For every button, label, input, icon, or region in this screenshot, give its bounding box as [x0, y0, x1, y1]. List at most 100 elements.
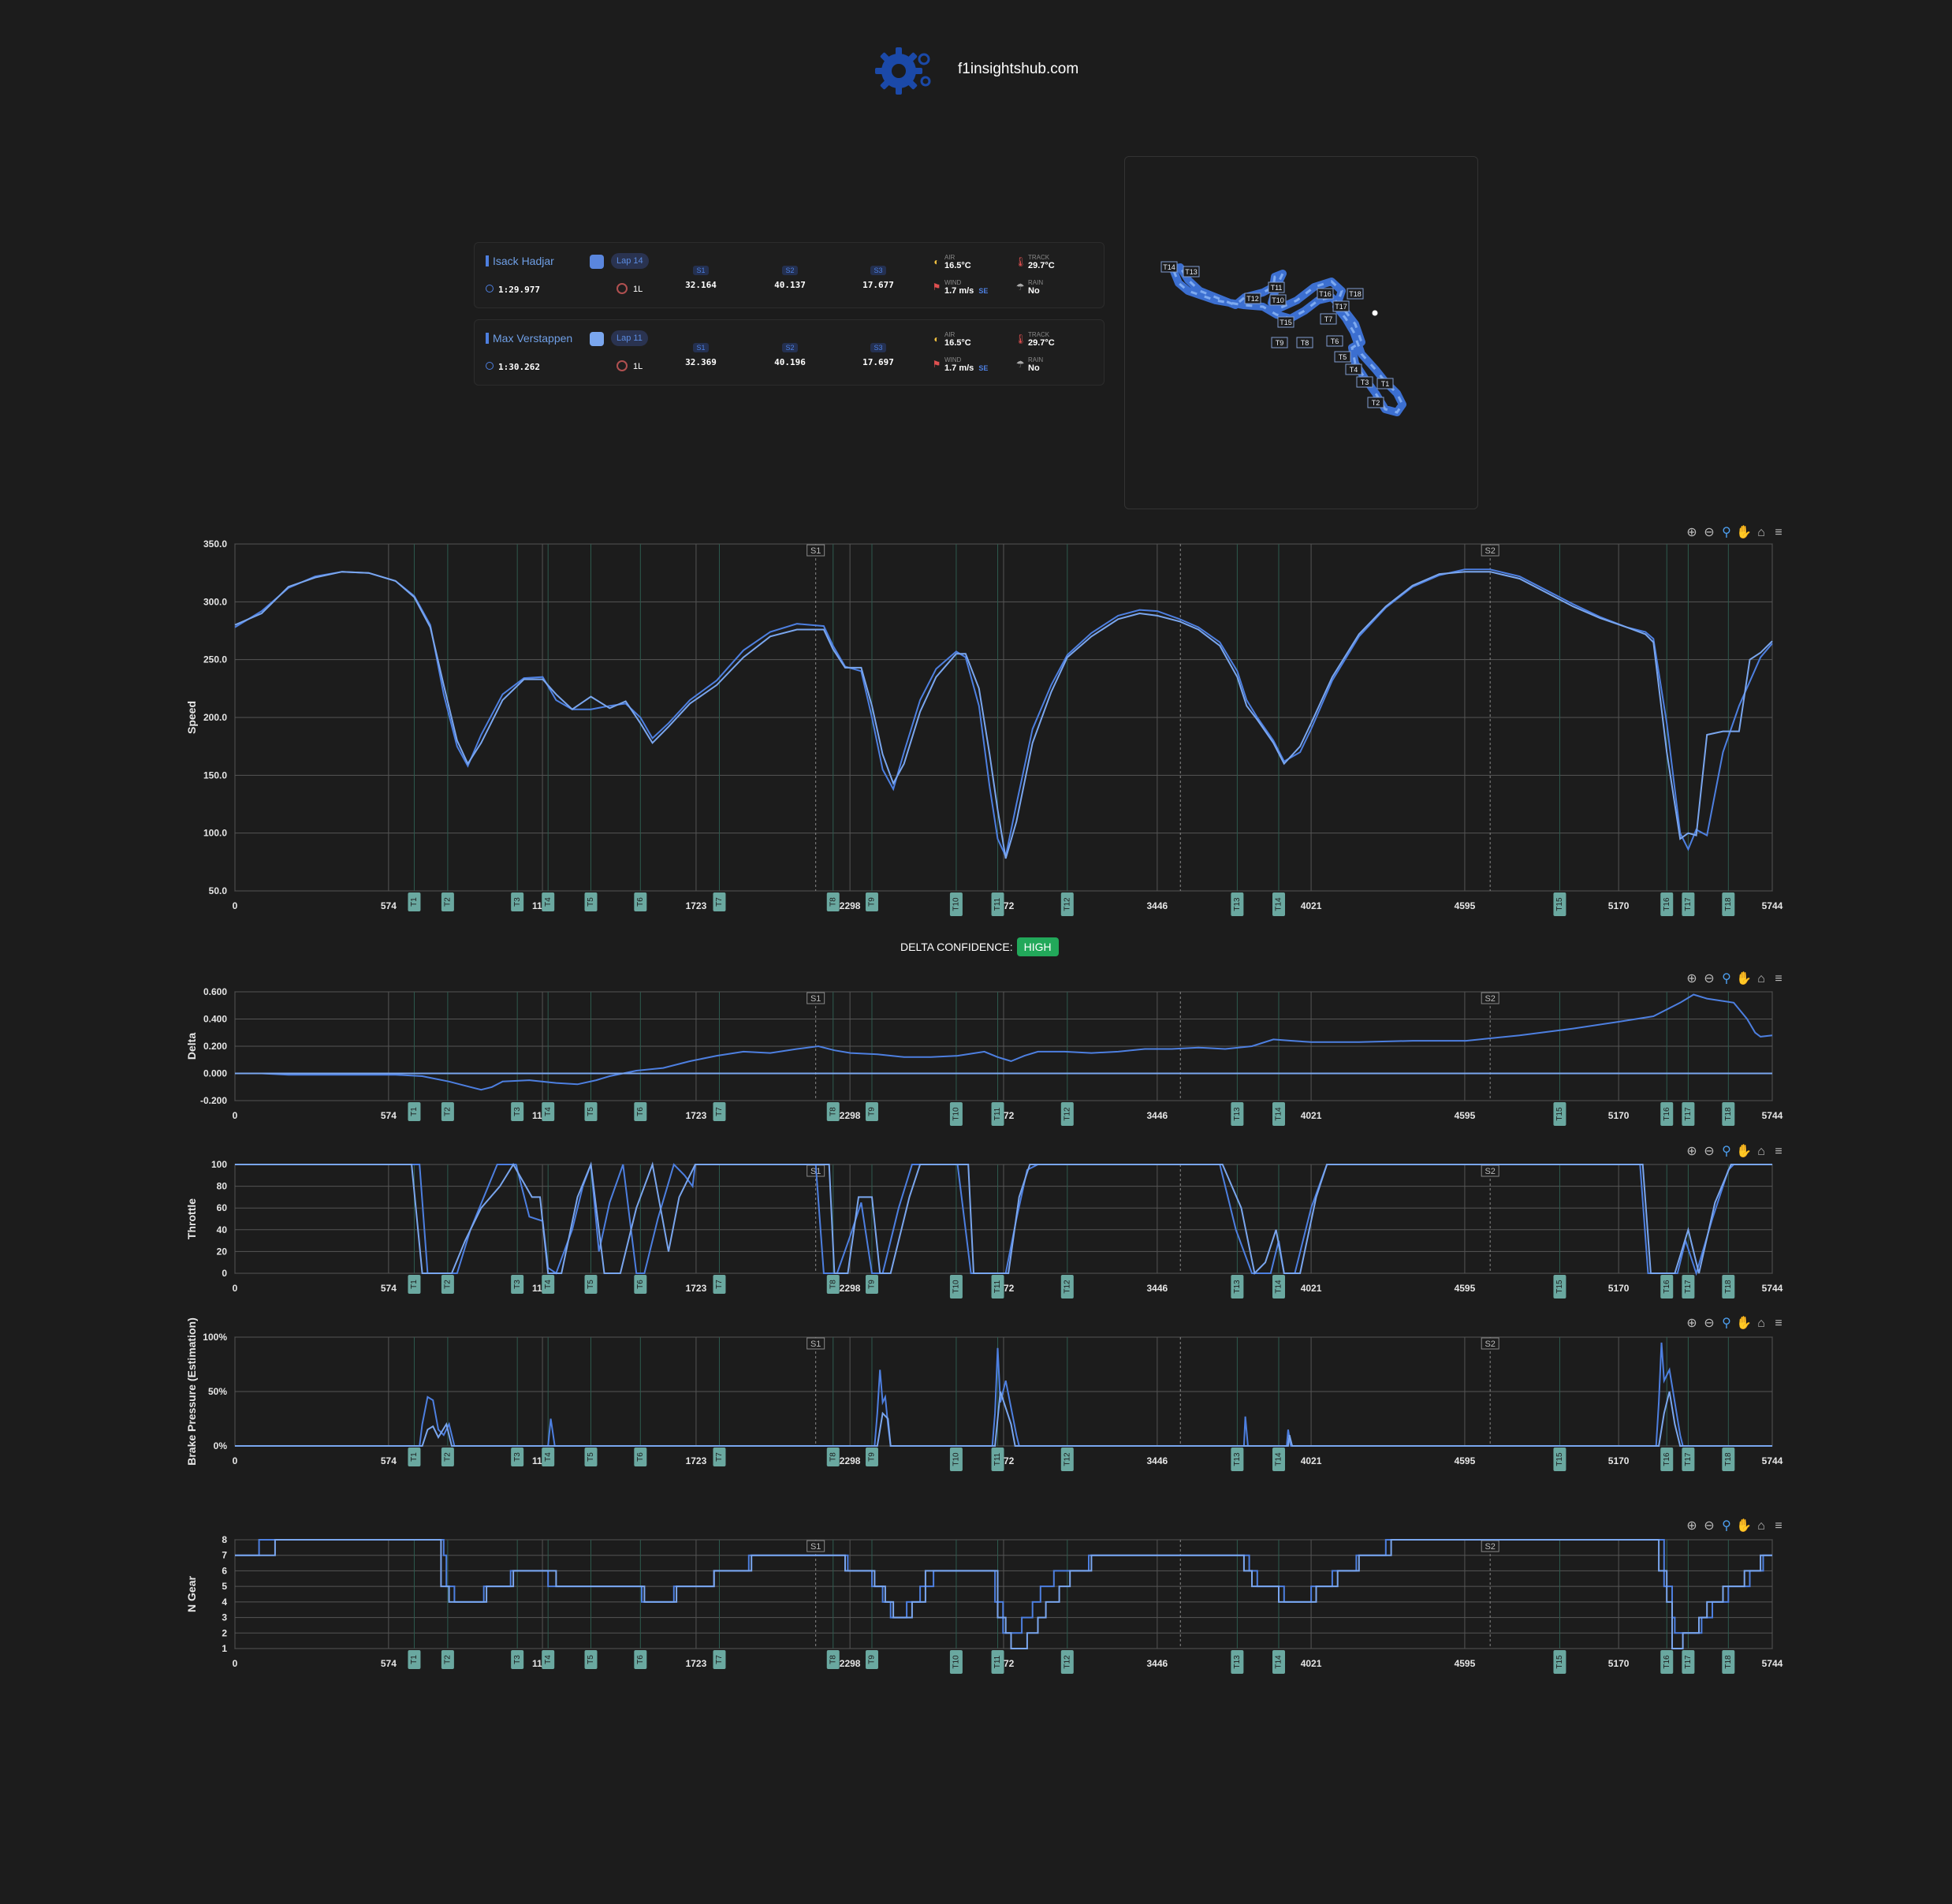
wind-value: 1.7 m/s SE	[944, 286, 988, 296]
y-tick-label: 0%	[214, 1440, 228, 1451]
driver-name[interactable]: Max Verstappen	[486, 332, 572, 345]
menu-icon[interactable]: ≡	[1775, 972, 1782, 986]
pan-icon[interactable]: ✋	[1736, 971, 1752, 986]
turn-badge-label: T6	[636, 1107, 645, 1116]
sector-label: S3	[870, 343, 886, 352]
home-icon[interactable]: ⌂	[1757, 1145, 1765, 1158]
y-tick-label: 8	[222, 1534, 227, 1545]
turn-badge-label: T10	[952, 1452, 961, 1466]
x-tick-label: 3446	[1147, 1455, 1168, 1466]
chart-toolbar: ⊕ ⊖ ⚲ ✋ ⌂ ≡	[1686, 1143, 1782, 1158]
turn-badge-label: T7	[715, 897, 724, 907]
zoom-select-icon[interactable]: ⚲	[1722, 1145, 1731, 1158]
zoom-select-icon[interactable]: ⚲	[1722, 1317, 1731, 1330]
x-tick-label: 3446	[1147, 1110, 1168, 1121]
zoom-out-icon[interactable]: ⊖	[1704, 1519, 1714, 1533]
menu-icon[interactable]: ≡	[1775, 1519, 1782, 1533]
turn-badge	[584, 892, 598, 911]
sector-box	[807, 544, 825, 557]
turn-badge	[1660, 892, 1674, 916]
lap-badge[interactable]: Lap 14	[611, 253, 649, 269]
sector-box	[1481, 992, 1499, 1004]
turn-badge-label: T8	[829, 1452, 837, 1462]
zoom-out-icon[interactable]: ⊖	[1704, 1317, 1714, 1330]
turn-badge	[1553, 1102, 1566, 1126]
home-icon[interactable]: ⌂	[1757, 972, 1765, 986]
team-color-swatch	[590, 255, 604, 269]
sector-label: S1	[810, 546, 821, 556]
turn-badge-label: T6	[636, 1280, 645, 1289]
tyre-icon	[617, 283, 628, 294]
x-tick-label: 574	[381, 1455, 397, 1466]
zoom-in-icon[interactable]: ⊕	[1686, 972, 1697, 986]
zoom-select-icon[interactable]: ⚲	[1722, 1519, 1731, 1533]
y-tick-label: 0.200	[203, 1041, 227, 1052]
pan-icon[interactable]: ✋	[1736, 1315, 1752, 1330]
x-tick-label: 4021	[1301, 900, 1322, 911]
pan-icon[interactable]: ✋	[1736, 524, 1752, 539]
turn-label: T4	[1350, 366, 1358, 374]
driver-name[interactable]: Isack Hadjar	[486, 255, 554, 267]
pan-icon[interactable]: ✋	[1736, 1518, 1752, 1533]
menu-icon[interactable]: ≡	[1775, 526, 1782, 539]
zoom-out-icon[interactable]: ⊖	[1704, 526, 1714, 539]
turn-badge	[713, 1650, 726, 1669]
turn-badge-label: T8	[829, 1655, 837, 1664]
turn-badge	[991, 1102, 1004, 1126]
turn-badge-label: T16	[1663, 897, 1671, 911]
zoom-in-icon[interactable]: ⊕	[1686, 1519, 1697, 1533]
turn-label: T11	[1271, 284, 1283, 292]
zoom-in-icon[interactable]: ⊕	[1686, 526, 1697, 539]
turn-badge	[991, 1448, 1004, 1471]
telemetry-chart-4: 8 7 6 5 4 3 2 10 574 1149 1723 2298 2872 3446 4021 4595…	[185, 1518, 1783, 1674]
zoom-select-icon[interactable]: ⚲	[1722, 526, 1731, 539]
sector-label: S2	[1484, 546, 1495, 556]
turn-badge	[1272, 1448, 1285, 1471]
pan-icon[interactable]: ✋	[1736, 1143, 1752, 1158]
sector-label: S2	[1484, 1542, 1495, 1552]
clock-icon	[486, 285, 494, 292]
track-map[interactable]: T1T2T3T4T5T6T7T8T9T10T11T12T13T14T15T16T…	[1125, 157, 1477, 509]
x-tick-label: 4595	[1455, 900, 1476, 911]
zoom-select-icon[interactable]: ⚲	[1722, 972, 1731, 986]
y-axis-label: Speed	[185, 701, 198, 734]
turn-badge-label: T4	[544, 1452, 553, 1462]
turn-badge	[949, 1448, 963, 1471]
sector-label: S2	[782, 343, 798, 352]
x-tick-label: 1149	[532, 900, 553, 911]
y-tick-label: 60	[217, 1202, 228, 1213]
turn-badge	[1231, 1102, 1244, 1126]
sector-label: S2	[1484, 994, 1495, 1004]
sector-2: S2 40.196	[747, 325, 833, 380]
x-tick-label: 0	[233, 1283, 238, 1294]
zoom-out-icon[interactable]: ⊖	[1704, 972, 1714, 986]
turn-badge-label: T17	[1684, 1107, 1693, 1121]
y-axis-label: N Gear	[185, 1575, 198, 1612]
turn-label: T5	[1339, 353, 1347, 361]
sector-label: S1	[810, 1542, 821, 1552]
menu-icon[interactable]: ≡	[1775, 1145, 1782, 1158]
turn-badge-label: T16	[1663, 1280, 1671, 1294]
turn-badge-label: T5	[587, 897, 595, 907]
turn-label: T17	[1335, 303, 1347, 311]
turn-badge-label: T9	[868, 1107, 877, 1116]
turn-label: T13	[1185, 268, 1198, 276]
home-icon[interactable]: ⌂	[1757, 1519, 1765, 1533]
lap-badge[interactable]: Lap 11	[611, 330, 648, 346]
zoom-out-icon[interactable]: ⊖	[1704, 1145, 1714, 1158]
zoom-in-icon[interactable]: ⊕	[1686, 1145, 1697, 1158]
turn-label: T8	[1301, 339, 1309, 347]
site-name[interactable]: f1insightshub.com	[958, 61, 1078, 78]
home-icon[interactable]: ⌂	[1757, 1317, 1765, 1330]
turn-badge	[511, 1650, 524, 1669]
sector-2: S2 40.137	[747, 248, 833, 303]
home-icon[interactable]: ⌂	[1757, 526, 1765, 539]
zoom-in-icon[interactable]: ⊕	[1686, 1317, 1697, 1330]
menu-icon[interactable]: ≡	[1775, 1317, 1782, 1330]
y-tick-label: 250.0	[203, 654, 227, 665]
turn-badge	[1060, 1650, 1074, 1674]
series-line-1	[234, 571, 1773, 859]
series-line-1	[235, 1391, 1772, 1447]
sector-1: S1 32.369	[657, 325, 744, 380]
x-tick-label: 5744	[1762, 1455, 1783, 1466]
